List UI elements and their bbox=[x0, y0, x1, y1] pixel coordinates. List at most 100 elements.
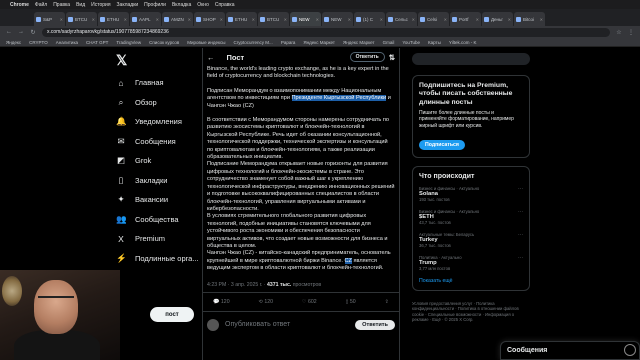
nav-item[interactable]: ✦ Вакансии bbox=[112, 190, 202, 210]
more-icon[interactable]: ··· bbox=[518, 232, 523, 238]
nav-item[interactable]: ◩ Grok bbox=[112, 151, 202, 171]
browser-tab[interactable]: (1) С ✕ bbox=[354, 12, 385, 26]
bookmark-item[interactable]: CHAT GPT bbox=[86, 40, 108, 45]
browser-tab[interactable]: Деньг ✕ bbox=[482, 12, 513, 26]
assistant-icon[interactable] bbox=[624, 344, 636, 356]
close-icon[interactable]: ✕ bbox=[540, 17, 543, 22]
bookmark-item[interactable]: Yiltek.com - K bbox=[449, 40, 477, 45]
bookmark-item[interactable]: Яндекс Маркет bbox=[303, 40, 335, 45]
close-icon[interactable]: ✕ bbox=[124, 17, 127, 22]
trend-item[interactable]: Актуальные темы: Беларусь Turkey 36,7 тыс.… bbox=[419, 232, 523, 248]
bookmark-item[interactable]: Карты bbox=[428, 40, 441, 45]
menu-item[interactable]: Вкладка bbox=[172, 2, 191, 8]
menubar-app-name[interactable]: Chrome bbox=[10, 2, 29, 8]
bookmark-item[interactable]: Мировые индексы bbox=[187, 40, 225, 45]
menu-item[interactable]: Профили bbox=[144, 2, 166, 8]
bookmark-item[interactable]: TradingView bbox=[116, 40, 141, 45]
reply-input[interactable]: Опубликовать ответ bbox=[225, 321, 290, 328]
more-icon[interactable]: ··· bbox=[518, 186, 523, 192]
browser-tab[interactable]: Portf ✕ bbox=[450, 12, 481, 26]
browser-tab[interactable]: NEW ✕ bbox=[322, 12, 353, 26]
menu-item[interactable]: Закладки bbox=[117, 2, 139, 8]
show-more-link[interactable]: Показать ещё bbox=[419, 278, 523, 284]
close-icon[interactable]: ✕ bbox=[316, 17, 319, 22]
nav-item[interactable]: ⚡ Подлинные орга... bbox=[112, 249, 202, 269]
like-action[interactable]: ♡ 602 bbox=[302, 299, 317, 305]
nav-item[interactable]: ✉ Сообщения bbox=[112, 132, 202, 152]
browser-tab[interactable]: Bitcoi ✕ bbox=[514, 12, 545, 26]
close-icon[interactable]: ✕ bbox=[92, 17, 95, 22]
browser-tab[interactable]: NEW ✕ bbox=[290, 12, 321, 26]
nav-item[interactable]: ⌂ Главная bbox=[112, 73, 202, 93]
menu-item[interactable]: Правка bbox=[53, 2, 70, 8]
nav-item[interactable]: X Premium bbox=[112, 229, 202, 249]
nav-item[interactable]: ⌕ Обзор bbox=[112, 93, 202, 113]
reply-button-header[interactable]: Ответить bbox=[349, 52, 385, 62]
back-icon[interactable]: ← bbox=[6, 29, 12, 35]
browser-tab[interactable]: S&P ✕ bbox=[34, 12, 65, 26]
browser-tab[interactable]: ETHU ✕ bbox=[226, 12, 257, 26]
close-icon[interactable]: ✕ bbox=[188, 17, 191, 22]
menu-item[interactable]: Окно bbox=[197, 2, 209, 8]
bookmark-item[interactable]: Cryptocurrency M... bbox=[234, 40, 273, 45]
reply-submit-button[interactable]: Ответить bbox=[355, 319, 395, 330]
menu-icon[interactable]: ⋮ bbox=[628, 29, 634, 36]
browser-tab[interactable]: SHOP ✕ bbox=[194, 12, 225, 26]
close-icon[interactable]: ✕ bbox=[476, 17, 479, 22]
nav-item[interactable]: 👥 Сообщества bbox=[112, 210, 202, 230]
share-icon[interactable]: ⇪ bbox=[385, 299, 389, 305]
bookmark-item[interactable]: CRYPTO bbox=[29, 40, 48, 45]
browser-tab[interactable]: BTCU ✕ bbox=[66, 12, 97, 26]
trend-item[interactable]: Бизнес и финансы · Актуально Solana 193 ты… bbox=[419, 186, 523, 202]
menu-item[interactable]: Справка bbox=[215, 2, 235, 8]
close-icon[interactable]: ✕ bbox=[284, 17, 287, 22]
close-icon[interactable]: ✕ bbox=[444, 17, 447, 22]
menu-item[interactable]: Вид bbox=[76, 2, 85, 8]
back-arrow-icon[interactable]: ← bbox=[207, 53, 215, 62]
reply-action[interactable]: 💬 120 bbox=[213, 299, 230, 305]
close-icon[interactable]: ✕ bbox=[412, 17, 415, 22]
bookmark-item[interactable]: Papara bbox=[281, 40, 296, 45]
browser-tab[interactable]: AAPL ✕ bbox=[130, 12, 161, 26]
bookmark-item[interactable]: Яндекс bbox=[6, 40, 21, 45]
trend-item[interactable]: Политика · Актуально Trump 3,77 млн постов… bbox=[419, 255, 523, 271]
browser-tab[interactable]: Celsi ✕ bbox=[418, 12, 449, 26]
repost-action[interactable]: ⟲ 120 bbox=[259, 299, 273, 305]
forward-icon[interactable]: → bbox=[18, 29, 24, 35]
reload-icon[interactable]: ↻ bbox=[30, 29, 36, 36]
url-field[interactable]: x.com/sadyrzhaparovkg/status/19077859872… bbox=[42, 27, 610, 37]
footer-links[interactable]: Условия предоставления услуг · Политика … bbox=[412, 301, 530, 323]
bookmark-action[interactable]: ▯ 50 bbox=[346, 299, 356, 305]
menu-item[interactable]: История bbox=[91, 2, 110, 8]
search-input[interactable] bbox=[412, 53, 530, 65]
bookmark-item[interactable]: Gmail bbox=[383, 40, 395, 45]
settings-icon[interactable]: ⇅ bbox=[389, 53, 395, 62]
browser-tab[interactable]: BTCU ✕ bbox=[258, 12, 289, 26]
close-icon[interactable]: ✕ bbox=[348, 17, 351, 22]
post-button[interactable]: пост bbox=[150, 307, 194, 322]
messages-drawer[interactable]: Сообщения bbox=[500, 341, 640, 360]
browser-tab[interactable]: Сельс ✕ bbox=[386, 12, 417, 26]
more-icon[interactable]: ··· bbox=[518, 255, 523, 261]
close-icon[interactable]: ✕ bbox=[220, 17, 223, 22]
close-icon[interactable]: ✕ bbox=[60, 17, 63, 22]
star-icon[interactable]: ☆ bbox=[616, 29, 622, 36]
trend-item[interactable]: Бизнес и финансы · Актуально $ETH 43,7 тыс… bbox=[419, 209, 523, 225]
menu-item[interactable]: Файл bbox=[35, 2, 47, 8]
post-timestamp[interactable]: 4:23 PM · 3 апр. 2025 г. · bbox=[207, 282, 267, 288]
close-icon[interactable]: ✕ bbox=[252, 17, 255, 22]
close-icon[interactable]: ✕ bbox=[156, 17, 159, 22]
bookmark-item[interactable]: Аналитика bbox=[56, 40, 78, 45]
close-icon[interactable]: ✕ bbox=[380, 17, 383, 22]
x-logo-icon[interactable]: 𝕏 bbox=[116, 52, 202, 69]
bookmark-item[interactable]: YouTube bbox=[402, 40, 420, 45]
bookmark-item[interactable]: Список курсов bbox=[149, 40, 179, 45]
nav-item[interactable]: ▯ Закладки bbox=[112, 171, 202, 191]
browser-tab[interactable]: ETHU ✕ bbox=[98, 12, 129, 26]
subscribe-button[interactable]: Подписаться bbox=[419, 139, 465, 150]
close-icon[interactable]: ✕ bbox=[508, 17, 511, 22]
more-icon[interactable]: ··· bbox=[518, 209, 523, 215]
nav-item[interactable]: 🔔 Уведомления bbox=[112, 112, 202, 132]
browser-tab[interactable]: AMZN ✕ bbox=[162, 12, 193, 26]
bookmark-item[interactable]: Яндекс Маркет bbox=[343, 40, 375, 45]
